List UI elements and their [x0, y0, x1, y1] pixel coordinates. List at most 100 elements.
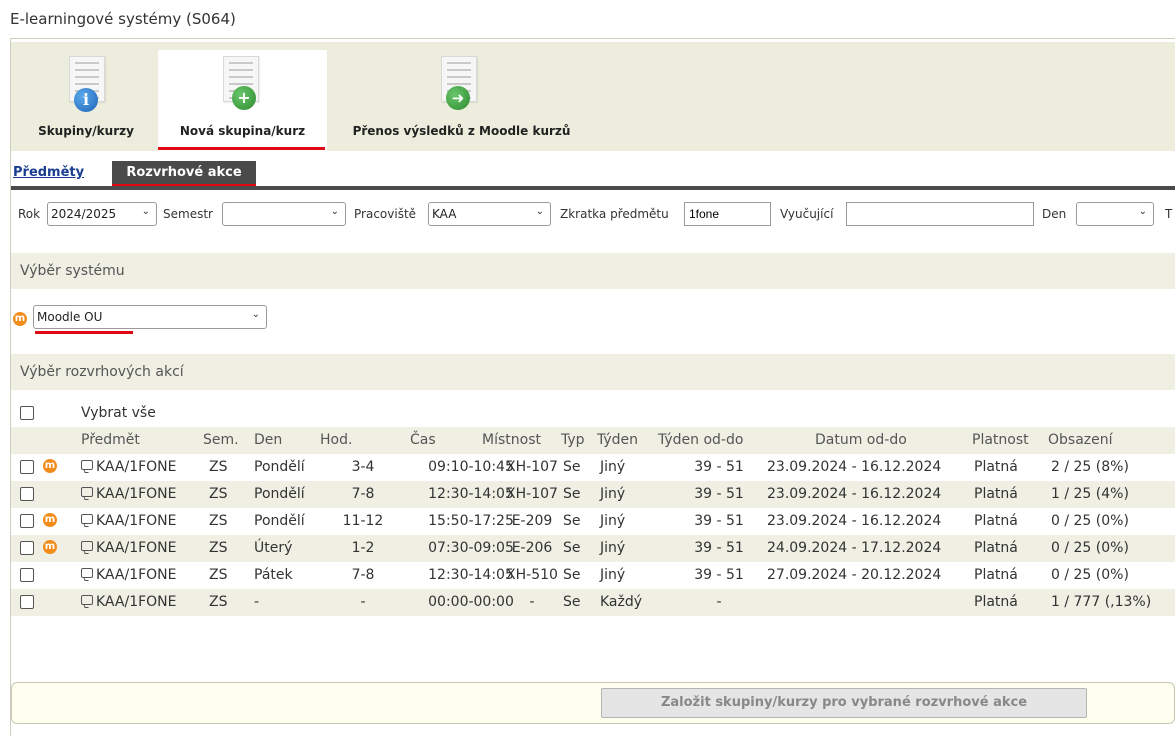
message-icon[interactable] — [81, 541, 93, 551]
select-all-row: Vybrat vše — [11, 400, 1175, 427]
column-header: Čas — [410, 432, 436, 448]
type-cell: Se — [563, 513, 581, 529]
tab-subjects[interactable]: Předměty — [13, 165, 84, 180]
chevron-down-icon: ⌄ — [141, 206, 150, 217]
moodle-icon: m — [13, 312, 27, 326]
toolbar: i Skupiny/kurzy + Nová skupina/kurz ➜ Př… — [11, 42, 1175, 151]
message-icon[interactable] — [81, 595, 93, 605]
moodle-icon: m — [43, 513, 57, 527]
table-row: m KAA/1FONE ZS Úterý 1-2 07:30-09:05 E-206 Se Ji… — [11, 535, 1175, 562]
day-cell: Pondělí — [254, 459, 305, 475]
column-header: Týden — [597, 432, 639, 448]
subject-code: KAA/1FONE — [96, 486, 177, 502]
row-checkbox[interactable] — [20, 595, 34, 609]
type-cell: Se — [563, 567, 581, 583]
select-all-checkbox[interactable] — [20, 406, 34, 420]
hours-cell: 1-2 — [351, 540, 375, 556]
workplace-select[interactable]: KAA ⌄ — [428, 202, 551, 226]
subject-cell: KAA/1FONE — [81, 567, 177, 583]
day-label: Den — [1042, 207, 1067, 221]
semester-cell: ZS — [209, 540, 228, 556]
type-cell: Se — [563, 540, 581, 556]
truncated-filter-label: T — [1165, 207, 1173, 221]
hours-cell: - — [360, 594, 366, 610]
week-cell: Jiný — [600, 459, 626, 475]
validity-cell: Platná — [974, 513, 1018, 529]
subject-code: KAA/1FONE — [96, 567, 177, 583]
semester-cell: ZS — [209, 486, 228, 502]
select-all-label: Vybrat vše — [81, 405, 156, 421]
groups-courses-label: Skupiny/kurzy — [38, 124, 134, 138]
footer-bar: Založit skupiny/kurzy pro vybrané rozvrh… — [11, 682, 1175, 724]
column-header: Obsazení — [1048, 432, 1113, 448]
groups-courses-button[interactable]: i Skupiny/kurzy — [17, 50, 155, 151]
course-code-input[interactable] — [684, 202, 771, 226]
week-range-cell: 39 - 51 — [694, 459, 744, 475]
week-cell: Jiný — [600, 486, 626, 502]
occupancy-cell: 1 / 777 (,13%) — [1051, 594, 1152, 610]
moodle-icon: m — [43, 459, 57, 473]
new-group-course-button[interactable]: + Nová skupina/kurz — [158, 50, 327, 151]
semester-cell: ZS — [209, 513, 228, 529]
week-cell: Jiný — [600, 567, 626, 583]
row-checkbox[interactable] — [20, 514, 34, 528]
semester-cell: ZS — [209, 459, 228, 475]
column-header: Sem. — [203, 432, 239, 448]
week-range-cell: 39 - 51 — [694, 486, 744, 502]
message-icon[interactable] — [81, 514, 93, 524]
row-checkbox[interactable] — [20, 568, 34, 582]
column-header: Hod. — [320, 432, 353, 448]
subject-cell: KAA/1FONE — [81, 486, 177, 502]
workplace-label: Pracoviště — [354, 207, 417, 221]
week-cell: Jiný — [600, 513, 626, 529]
row-checkbox[interactable] — [20, 460, 34, 474]
day-select[interactable]: ⌄ — [1076, 202, 1154, 226]
validity-cell: Platná — [974, 594, 1018, 610]
system-section-title: Výběr systému — [20, 263, 125, 279]
hours-cell: 3-4 — [351, 459, 375, 475]
day-cell: Úterý — [254, 540, 293, 556]
message-icon[interactable] — [81, 460, 93, 470]
validity-cell: Platná — [974, 540, 1018, 556]
message-icon[interactable] — [81, 568, 93, 578]
new-group-underline — [158, 147, 325, 150]
semester-cell: ZS — [209, 567, 228, 583]
create-groups-button[interactable]: Založit skupiny/kurzy pro vybrané rozvrh… — [601, 688, 1087, 718]
occupancy-cell: 0 / 25 (0%) — [1051, 567, 1129, 583]
hours-cell: 11-12 — [342, 513, 384, 529]
column-header: Den — [254, 432, 283, 448]
tab-schedule-actions[interactable]: Rozvrhové akce — [112, 161, 256, 185]
message-icon[interactable] — [81, 487, 93, 497]
year-label: Rok — [18, 207, 41, 221]
type-cell: Se — [563, 594, 581, 610]
filter-bar: Rok 2024/2025 ⌄ Semestr ⌄ Pracoviště KAA ⌄… — [11, 191, 1175, 237]
week-range-cell: 39 - 51 — [694, 513, 744, 529]
column-header: Typ — [561, 432, 585, 448]
hours-cell: 7-8 — [351, 486, 375, 502]
semester-select[interactable]: ⌄ — [222, 202, 346, 226]
validity-cell: Platná — [974, 486, 1018, 502]
subject-code: KAA/1FONE — [96, 594, 177, 610]
row-checkbox[interactable] — [20, 487, 34, 501]
row-checkbox[interactable] — [20, 541, 34, 555]
moodle-transfer-button[interactable]: ➜ Přenos výsledků z Moodle kurzů — [334, 50, 589, 151]
day-cell: - — [254, 594, 260, 610]
table-header-row: Předmět Sem. Den Hod. Čas Místnost Typ T… — [11, 427, 1175, 454]
week-range-cell: 39 - 51 — [694, 540, 744, 556]
teacher-input[interactable] — [846, 202, 1034, 226]
table-row: m KAA/1FONE ZS Pondělí 3-4 09:10-10:45 XH-107 S… — [11, 454, 1175, 481]
year-select[interactable]: 2024/2025 ⌄ — [47, 202, 157, 226]
subject-cell: KAA/1FONE — [81, 513, 177, 529]
occupancy-cell: 2 / 25 (8%) — [1051, 459, 1129, 475]
date-range-cell: 23.09.2024 - 16.12.2024 — [767, 486, 942, 502]
column-header: Týden od-do — [658, 432, 744, 448]
system-select[interactable]: Moodle OU ⌄ — [33, 305, 267, 329]
occupancy-cell: 1 / 25 (4%) — [1051, 486, 1129, 502]
type-cell: Se — [563, 486, 581, 502]
actions-section-header: Výběr rozvrhových akcí — [11, 354, 1175, 390]
subject-code: KAA/1FONE — [96, 459, 177, 475]
validity-cell: Platná — [974, 567, 1018, 583]
column-header: Místnost — [482, 432, 541, 448]
day-cell: Pondělí — [254, 486, 305, 502]
occupancy-cell: 0 / 25 (0%) — [1051, 540, 1129, 556]
